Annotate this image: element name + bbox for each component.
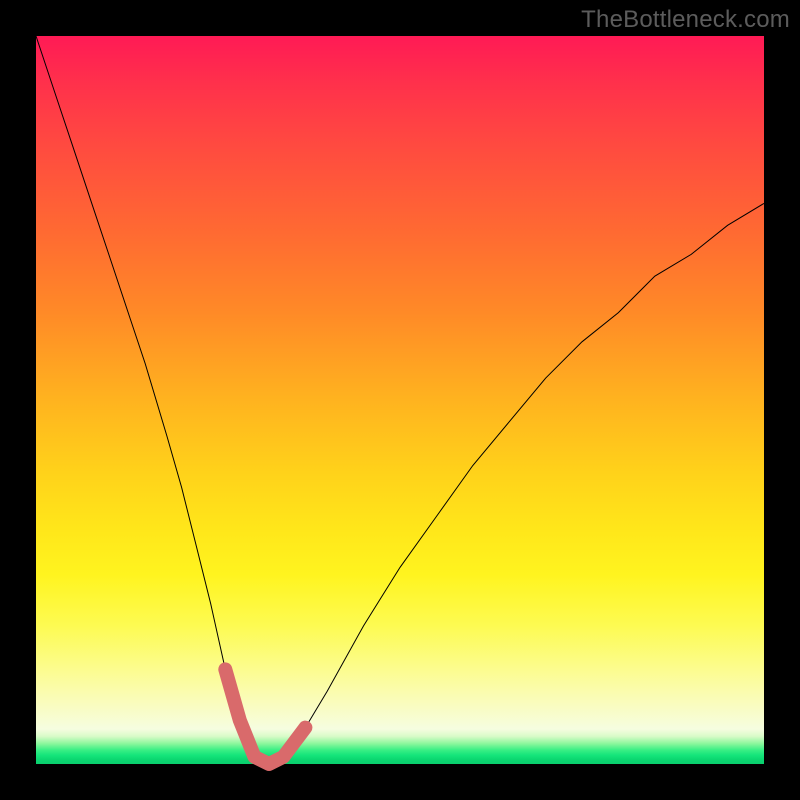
watermark-text: TheBottleneck.com [581,6,790,34]
bottleneck-curve [36,36,764,764]
chart-frame: TheBottleneck.com [0,0,800,800]
curve-layer [36,36,764,764]
valley-marker [225,669,305,764]
plot-area [36,36,764,764]
